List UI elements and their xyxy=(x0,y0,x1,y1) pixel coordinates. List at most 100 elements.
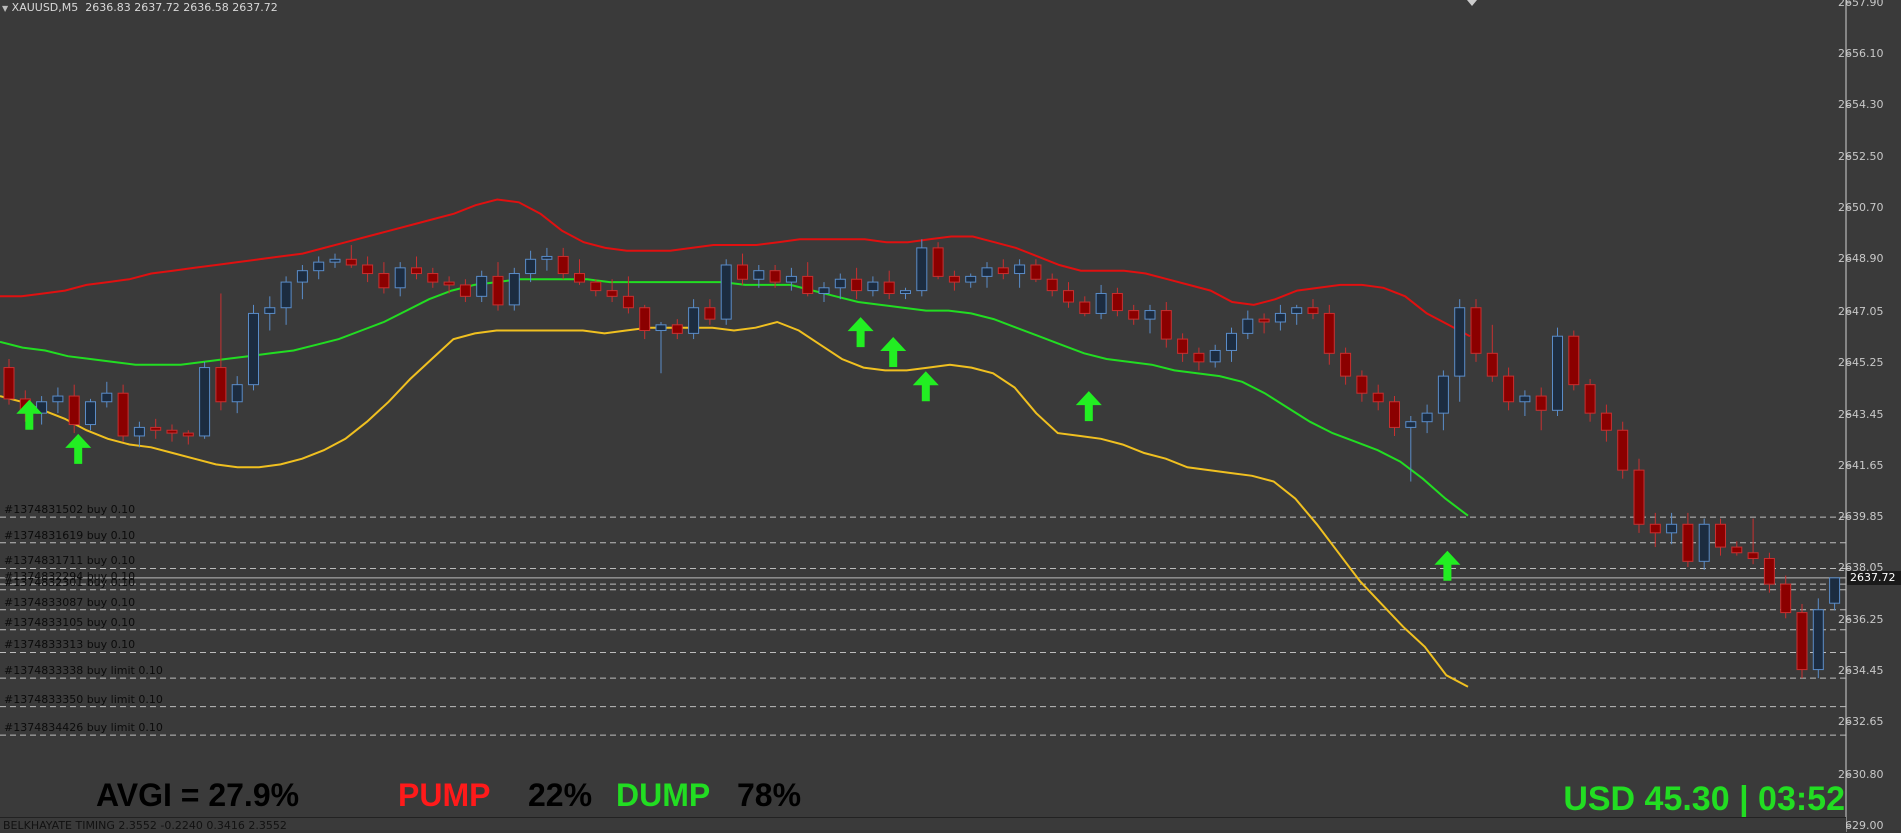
bull-candle xyxy=(1209,349,1221,363)
bull-candle xyxy=(655,324,667,332)
bull-candle xyxy=(296,270,308,283)
order-label[interactable]: #1374833313 buy 0.10 xyxy=(4,638,135,651)
bear-candle xyxy=(150,426,162,431)
bear-candle xyxy=(932,247,944,277)
y-tick-label: 2629.00 xyxy=(1838,819,1884,833)
bear-candle xyxy=(1796,612,1808,671)
bear-candle xyxy=(1649,523,1661,534)
chart-shift-marker-icon[interactable] xyxy=(1467,0,1477,6)
symbol-dropdown-icon[interactable]: ▼ xyxy=(2,4,8,13)
bull-candle xyxy=(753,270,765,280)
bull-candle xyxy=(1437,375,1449,414)
order-label[interactable]: #1374833338 buy limit 0.10 xyxy=(4,664,163,677)
bear-candle xyxy=(883,281,895,294)
bear-candle xyxy=(1535,395,1547,411)
bull-candle xyxy=(965,275,977,283)
bull-candle xyxy=(476,275,488,297)
buy-arrow-icon xyxy=(65,433,92,464)
bear-candle xyxy=(68,395,80,426)
order-label[interactable]: #1374832301 buy 0.10 xyxy=(4,576,135,589)
y-tick-label: 2650.70 xyxy=(1838,201,1884,214)
order-label[interactable]: #1374833350 buy limit 0.10 xyxy=(4,693,163,706)
symbol-name: XAUUSD,M5 xyxy=(11,1,79,14)
y-tick-label: 2643.45 xyxy=(1838,407,1884,421)
dump-value: 78% xyxy=(737,777,802,813)
bull-candle xyxy=(248,312,259,386)
order-label[interactable]: #1374834426 buy limit 0.10 xyxy=(4,721,163,734)
y-tick-label: 2652.50 xyxy=(1838,149,1884,163)
bear-candle xyxy=(1486,352,1498,377)
bull-candle xyxy=(1144,310,1156,320)
order-label[interactable]: #1374831711 buy 0.10 xyxy=(4,554,135,567)
bull-candle xyxy=(133,426,145,437)
pump-label: PUMP xyxy=(398,777,491,813)
bear-candle xyxy=(639,307,651,332)
bear-candle xyxy=(427,273,439,283)
y-tick-label: 2639.85 xyxy=(1838,510,1884,524)
bear-candle xyxy=(215,367,227,403)
bull-candle xyxy=(1242,318,1254,334)
order-lines xyxy=(0,516,1846,736)
bear-candle xyxy=(1046,278,1058,292)
bull-candle xyxy=(508,273,520,306)
y-tick-label: 2630.80 xyxy=(1838,768,1884,781)
y-tick-label: 2632.65 xyxy=(1838,715,1884,729)
pump-value: 22% xyxy=(528,777,593,813)
bear-candle xyxy=(117,392,129,437)
y-tick-label: 2647.05 xyxy=(1838,305,1884,318)
bear-candle xyxy=(1323,312,1335,354)
order-label[interactable]: #1374833087 buy 0.10 xyxy=(4,596,135,609)
indicator-subwindow[interactable]: BELKHAYATE TIMING 2.3552 -0.2240 0.3416 … xyxy=(0,817,1846,832)
bear-candle xyxy=(671,324,683,334)
bull-candle xyxy=(52,395,64,403)
bull-candle xyxy=(916,247,928,292)
bear-candle xyxy=(362,264,374,275)
bull-candle xyxy=(818,287,830,294)
bear-candle xyxy=(1568,335,1580,386)
bull-candle xyxy=(541,255,553,260)
bull-candle xyxy=(394,267,406,289)
bull-candle xyxy=(1095,292,1107,314)
bear-candle xyxy=(1747,552,1759,559)
bull-candle xyxy=(1291,307,1303,314)
order-label[interactable]: #1374831502 buy 0.10 xyxy=(4,503,135,516)
bull-candle xyxy=(981,267,993,277)
bear-candle xyxy=(1780,583,1792,614)
bear-candle xyxy=(1177,338,1189,354)
y-tick-label: 2657.90 xyxy=(1838,0,1884,9)
bear-candle xyxy=(1356,375,1368,394)
bear-candle xyxy=(1030,264,1042,280)
bear-candle xyxy=(492,275,504,306)
bear-candle xyxy=(378,273,390,289)
buy-arrow-icon xyxy=(1434,550,1461,581)
bull-candle xyxy=(1405,421,1417,428)
bull-candle xyxy=(900,290,911,294)
order-label[interactable]: #1374833105 buy 0.10 xyxy=(4,616,135,629)
bear-candle xyxy=(411,267,422,275)
bear-candle xyxy=(1372,392,1384,403)
order-label[interactable]: #1374831619 buy 0.10 xyxy=(4,529,135,542)
bull-candle xyxy=(525,258,537,275)
bull-candle xyxy=(264,307,276,314)
y-tick-label: 2656.10 xyxy=(1838,47,1884,61)
bull-candle xyxy=(280,281,292,309)
bear-candle xyxy=(1633,469,1645,525)
price-chart[interactable] xyxy=(0,0,1901,832)
indicator-label: BELKHAYATE TIMING 2.3552 -0.2240 0.3416 … xyxy=(3,819,287,832)
bear-candle xyxy=(182,432,194,437)
bull-candle xyxy=(199,367,211,437)
buy-arrow-icon xyxy=(1075,391,1102,422)
bull-candle xyxy=(313,261,325,272)
bear-candle xyxy=(1258,318,1270,323)
bear-candle xyxy=(1389,401,1400,428)
chart-header: ▼ XAUUSD,M5 2636.83 2637.72 2636.58 2637… xyxy=(2,1,278,14)
account-balance-timer: USD 45.30 | 03:52 xyxy=(1563,780,1845,818)
bull-candle xyxy=(720,264,732,320)
bull-candle xyxy=(688,307,700,334)
buy-arrow-icon xyxy=(847,317,874,348)
bear-candle xyxy=(1763,557,1775,585)
bull-candle xyxy=(1274,312,1286,323)
bear-candle xyxy=(1731,546,1743,554)
bear-candle xyxy=(948,275,960,283)
buy-arrow-icon xyxy=(880,337,907,368)
